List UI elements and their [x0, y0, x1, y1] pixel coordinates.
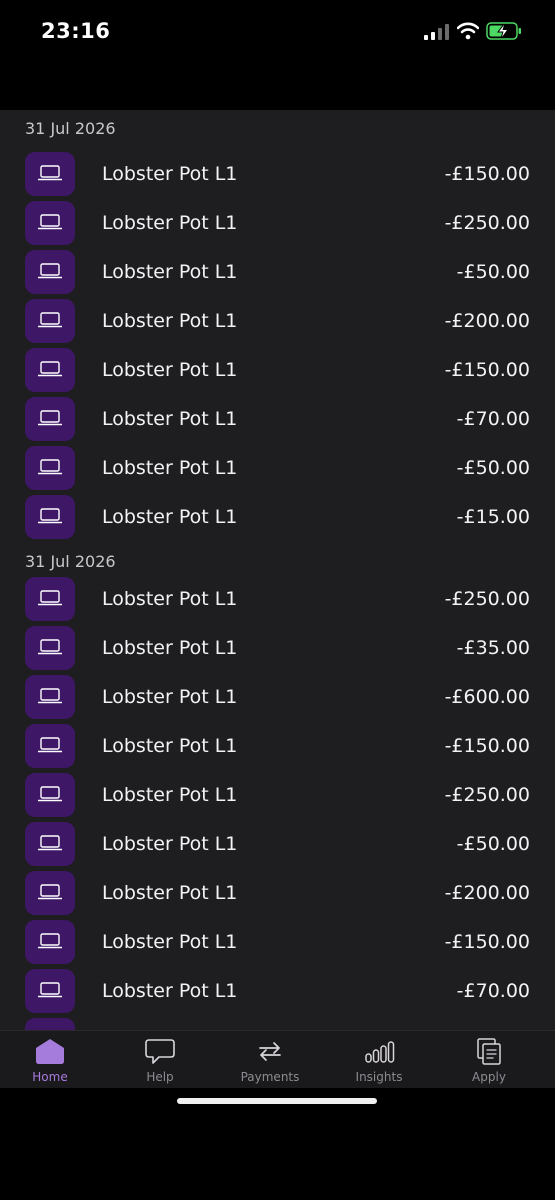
- transaction-amount: -£200.00: [444, 882, 530, 904]
- transaction-amount: -£250.00: [444, 784, 530, 806]
- transaction-row[interactable]: Lobster Pot L1 -£600.00: [0, 675, 555, 724]
- transfer-arrows-icon: [259, 1042, 281, 1061]
- laptop-icon: [25, 446, 75, 490]
- transaction-name: Lobster Pot L1: [102, 882, 238, 904]
- transaction-name: Lobster Pot L1: [102, 784, 238, 806]
- transaction-name: Lobster Pot L1: [102, 833, 238, 855]
- laptop-icon: [25, 577, 75, 621]
- tab-label: Apply: [472, 1070, 506, 1084]
- transaction-amount: -£35.00: [456, 637, 530, 659]
- laptop-icon: [25, 152, 75, 196]
- transaction-row[interactable]: [0, 1018, 555, 1030]
- laptop-icon: [25, 920, 75, 964]
- laptop-icon: [25, 250, 75, 294]
- tab-insights[interactable]: Insights: [329, 1031, 429, 1089]
- transaction-amount: -£15.00: [456, 506, 530, 528]
- transaction-row[interactable]: Lobster Pot L1 -£50.00: [0, 822, 555, 871]
- laptop-icon: [25, 773, 75, 817]
- home-indicator-area: [0, 1088, 555, 1200]
- transaction-row[interactable]: Lobster Pot L1 -£70.00: [0, 397, 555, 446]
- transaction-amount: -£150.00: [444, 359, 530, 381]
- transaction-amount: -£250.00: [444, 588, 530, 610]
- tab-label: Insights: [355, 1070, 403, 1084]
- transaction-amount: -£150.00: [444, 163, 530, 185]
- transaction-name: Lobster Pot L1: [102, 588, 238, 610]
- wifi-icon: [457, 22, 479, 40]
- transaction-amount: -£150.00: [444, 931, 530, 953]
- transaction-name: Lobster Pot L1: [102, 980, 238, 1002]
- laptop-icon: [25, 675, 75, 719]
- tab-apply[interactable]: Apply: [439, 1031, 539, 1089]
- home-indicator[interactable]: [177, 1098, 377, 1104]
- laptop-icon: [25, 871, 75, 915]
- tab-help[interactable]: Help: [110, 1031, 210, 1089]
- transaction-name: Lobster Pot L1: [102, 359, 238, 381]
- transaction-row[interactable]: Lobster Pot L1 -£35.00: [0, 626, 555, 675]
- transaction-row[interactable]: Lobster Pot L1 -£150.00: [0, 348, 555, 397]
- transaction-amount: -£200.00: [444, 310, 530, 332]
- tab-label: Home: [32, 1070, 68, 1084]
- laptop-icon: [25, 495, 75, 539]
- transaction-row[interactable]: Lobster Pot L1 -£150.00: [0, 920, 555, 969]
- transaction-row[interactable]: Lobster Pot L1 -£15.00: [0, 495, 555, 544]
- transaction-row[interactable]: Lobster Pot L1 -£250.00: [0, 201, 555, 250]
- transaction-row[interactable]: Lobster Pot L1 -£150.00: [0, 724, 555, 773]
- transaction-name: Lobster Pot L1: [102, 686, 238, 708]
- battery-charging-icon: [486, 22, 521, 40]
- tab-bar: Home Help Payments Insights Apply: [0, 1030, 555, 1089]
- tab-payments[interactable]: Payments: [220, 1031, 320, 1089]
- tab-label: Help: [146, 1070, 174, 1084]
- transaction-row[interactable]: Lobster Pot L1 -£50.00: [0, 250, 555, 299]
- transaction-name: Lobster Pot L1: [102, 212, 238, 234]
- laptop-icon: [25, 348, 75, 392]
- transaction-amount: -£70.00: [456, 980, 530, 1002]
- transaction-list[interactable]: 31 Jul 2026 Lobster Pot L1 -£150.00 Lobs…: [0, 110, 555, 1030]
- cellular-signal-icon: [424, 24, 449, 40]
- date-header: 31 Jul 2026: [25, 119, 116, 138]
- date-header: 31 Jul 2026: [25, 552, 116, 571]
- transaction-name: Lobster Pot L1: [102, 261, 238, 283]
- documents-icon: [477, 1038, 501, 1065]
- tab-label: Payments: [240, 1070, 300, 1084]
- laptop-icon: [25, 201, 75, 245]
- transaction-amount: -£250.00: [444, 212, 530, 234]
- transaction-row[interactable]: Lobster Pot L1 -£50.00: [0, 446, 555, 495]
- transaction-name: Lobster Pot L1: [102, 163, 238, 185]
- transaction-amount: -£70.00: [456, 408, 530, 430]
- laptop-icon: [25, 822, 75, 866]
- laptop-icon: [25, 724, 75, 768]
- transaction-name: Lobster Pot L1: [102, 735, 238, 757]
- transaction-name: Lobster Pot L1: [102, 457, 238, 479]
- chat-bubble-icon: [145, 1039, 175, 1064]
- status-bar: 23:16: [0, 0, 555, 110]
- transaction-row[interactable]: Lobster Pot L1 -£200.00: [0, 871, 555, 920]
- status-time: 23:16: [41, 19, 111, 43]
- transaction-name: Lobster Pot L1: [102, 506, 238, 528]
- transaction-name: Lobster Pot L1: [102, 408, 238, 430]
- transaction-amount: -£50.00: [456, 261, 530, 283]
- laptop-icon: [25, 626, 75, 670]
- tab-home[interactable]: Home: [0, 1031, 100, 1089]
- laptop-icon: [25, 969, 75, 1013]
- transaction-row[interactable]: Lobster Pot L1 -£250.00: [0, 577, 555, 626]
- transaction-row[interactable]: Lobster Pot L1 -£250.00: [0, 773, 555, 822]
- home-icon: [36, 1039, 64, 1064]
- transaction-row[interactable]: Lobster Pot L1 -£70.00: [0, 969, 555, 1018]
- laptop-icon: [25, 397, 75, 441]
- transaction-name: Lobster Pot L1: [102, 637, 238, 659]
- transaction-amount: -£600.00: [444, 686, 530, 708]
- laptop-icon: [25, 299, 75, 343]
- transaction-name: Lobster Pot L1: [102, 931, 238, 953]
- transaction-row[interactable]: Lobster Pot L1 -£200.00: [0, 299, 555, 348]
- transaction-name: Lobster Pot L1: [102, 310, 238, 332]
- transaction-amount: -£150.00: [444, 735, 530, 757]
- transaction-row[interactable]: Lobster Pot L1 -£150.00: [0, 152, 555, 201]
- bar-chart-icon: [365, 1041, 395, 1063]
- transaction-amount: -£50.00: [456, 833, 530, 855]
- laptop-icon: [25, 1018, 75, 1030]
- transaction-amount: -£50.00: [456, 457, 530, 479]
